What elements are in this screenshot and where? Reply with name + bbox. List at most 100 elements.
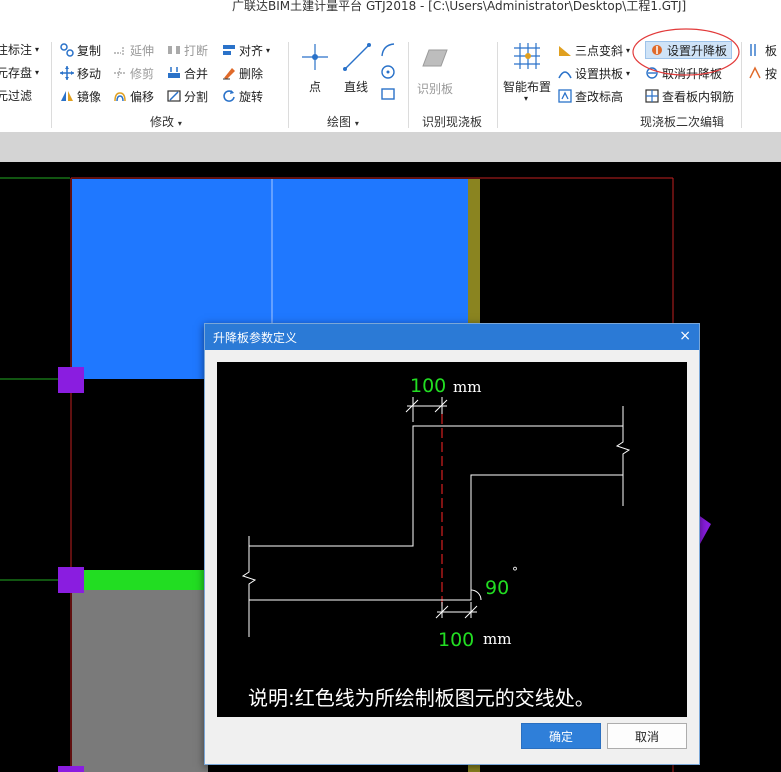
top-dimension-value[interactable]: 100	[410, 375, 446, 397]
modify-group-label[interactable]: 修改 ▾	[150, 113, 182, 130]
ribbon-right-item-2[interactable]: 按	[748, 64, 777, 82]
draw-group-text: 绘图	[327, 115, 352, 129]
bottom-dimension-unit: mm	[483, 630, 511, 648]
arch-icon	[558, 71, 572, 79]
set-arch-label: 设置拱板	[575, 66, 624, 81]
ok-button[interactable]: 确定	[521, 723, 601, 749]
circle-icon[interactable]	[380, 64, 396, 80]
smart-layout-label: 智能布置	[503, 80, 552, 94]
ribbon-left-item-2[interactable]: 元存盘 ▾	[0, 63, 39, 81]
align-icon	[223, 45, 235, 55]
trim-button[interactable]: 修剪	[113, 64, 154, 82]
dialog-title: 升降板参数定义	[213, 331, 298, 345]
elevation-icon	[558, 89, 572, 103]
line-label: 直线	[344, 80, 369, 94]
press-icon	[749, 66, 761, 79]
extend-label: 延伸	[130, 43, 155, 58]
mirror-icon	[61, 91, 73, 101]
bottom-dimension-value[interactable]: 100	[438, 629, 474, 651]
right-break-line	[615, 406, 631, 506]
align-label: 对齐	[239, 43, 264, 58]
break-icon	[168, 46, 180, 54]
eraser-icon	[223, 68, 235, 80]
raise-lower-diagram: 100 mm 90 ° 100 mm 说明:红色线为所绘制板图元的交线处。	[241, 375, 631, 710]
raise-lower-dialog: 升降板参数定义 × 100 mm 90 ° 100 mm 说明:红色线为所绘制板…	[204, 323, 700, 765]
merge-button[interactable]: 合并	[167, 64, 208, 82]
slab-grey[interactable]	[72, 590, 208, 772]
top-dimension-unit: mm	[453, 378, 481, 396]
align-button[interactable]: 对齐 ▾	[222, 41, 270, 59]
ribbon-separator	[288, 42, 289, 128]
arc-icon[interactable]	[380, 42, 396, 58]
ribbon-right-label-1: 板	[765, 43, 778, 58]
ribbon: 注标注 ▾ 元存盘 ▾ 元过滤 复制 延伸 打断 对齐 ▾ 移动 修剪 合并 删除 镜…	[0, 28, 781, 133]
rebar-icon	[645, 89, 659, 103]
close-icon[interactable]: ×	[679, 328, 691, 344]
highlight-circle	[632, 28, 740, 76]
draw-group-label[interactable]: 绘图 ▾	[327, 113, 359, 130]
cancel-button[interactable]: 取消	[607, 723, 687, 749]
green-beam[interactable]	[72, 570, 208, 590]
view-rebar-button[interactable]: 查看板内钢筋	[645, 87, 734, 105]
rotate-icon	[223, 90, 235, 102]
split-icon	[167, 90, 181, 102]
grip-node[interactable]	[58, 766, 84, 772]
smart-layout-button[interactable]: 智能布置 ▾	[503, 42, 553, 108]
angle-arc	[470, 589, 482, 601]
grip-node[interactable]	[58, 367, 84, 393]
ribbon-right-item-1[interactable]: 板	[748, 41, 777, 59]
rotate-button[interactable]: 旋转	[222, 87, 263, 105]
move-button[interactable]: 移动	[60, 64, 101, 82]
smart-layout-icon	[514, 43, 540, 69]
extend-icon	[114, 47, 124, 56]
offset-icon	[114, 92, 126, 102]
check-elevation-button[interactable]: 查改标高	[558, 87, 623, 105]
rectangle-icon[interactable]	[380, 86, 396, 102]
mirror-label: 镜像	[77, 89, 102, 104]
slab-edit-group-text: 现浇板二次编辑	[640, 115, 725, 129]
dialog-title-bar[interactable]: 升降板参数定义 ×	[205, 324, 699, 350]
ribbon-right-label-2: 按	[765, 66, 778, 81]
ribbon-left-label-2: 元存盘	[0, 65, 33, 80]
copy-button[interactable]: 复制	[60, 41, 101, 59]
point-button[interactable]: 点	[300, 42, 330, 102]
slab-edit-group-label: 现浇板二次编辑	[640, 113, 724, 130]
upper-slab-outline	[249, 425, 623, 547]
angle-unit: °	[512, 565, 518, 579]
move-label: 移动	[77, 66, 102, 81]
angle-value[interactable]: 90	[485, 577, 509, 599]
diagram-note: 说明:红色线为所绘制板图元的交线处。	[248, 686, 595, 710]
identify-slab-button[interactable]: 识别板	[416, 44, 456, 104]
ribbon-separator	[497, 42, 498, 128]
check-elevation-label: 查改标高	[575, 89, 624, 104]
chevron-down-icon: ▾	[524, 94, 529, 103]
line-icon	[343, 43, 371, 71]
mirror-button[interactable]: 镜像	[60, 87, 101, 105]
trim-icon	[114, 67, 126, 79]
identify-group-text: 识别现浇板	[422, 115, 483, 129]
left-break-line	[241, 536, 257, 637]
trim-label: 修剪	[130, 66, 155, 81]
merge-icon	[168, 67, 180, 78]
ribbon-left-item-3[interactable]: 元过滤	[0, 86, 32, 104]
three-point-slope-button[interactable]: 三点变斜 ▾	[558, 41, 630, 59]
delete-button[interactable]: 删除	[222, 64, 263, 82]
split-button[interactable]: 分割	[167, 87, 208, 105]
offset-button[interactable]: 偏移	[113, 87, 154, 105]
extend-button[interactable]: 延伸	[113, 41, 154, 59]
set-arch-button[interactable]: 设置拱板 ▾	[558, 64, 630, 82]
line-button[interactable]: 直线	[340, 42, 374, 102]
break-button[interactable]: 打断	[167, 41, 208, 59]
grip-node[interactable]	[58, 567, 84, 593]
break-label: 打断	[184, 43, 209, 58]
toolbar-band	[0, 132, 781, 162]
copy-icon	[60, 43, 74, 57]
ribbon-separator	[741, 42, 742, 128]
identify-slab-label: 识别板	[417, 82, 454, 96]
offset-label: 偏移	[130, 89, 155, 104]
diagram-panel: 100 mm 90 ° 100 mm 说明:红色线为所绘制板图元的交线处。	[217, 362, 687, 717]
ribbon-left-item-1[interactable]: 注标注 ▾	[0, 40, 39, 58]
modify-group-text: 修改	[150, 115, 175, 129]
identify-group-label: 识别现浇板	[422, 113, 482, 130]
point-label: 点	[309, 80, 322, 94]
